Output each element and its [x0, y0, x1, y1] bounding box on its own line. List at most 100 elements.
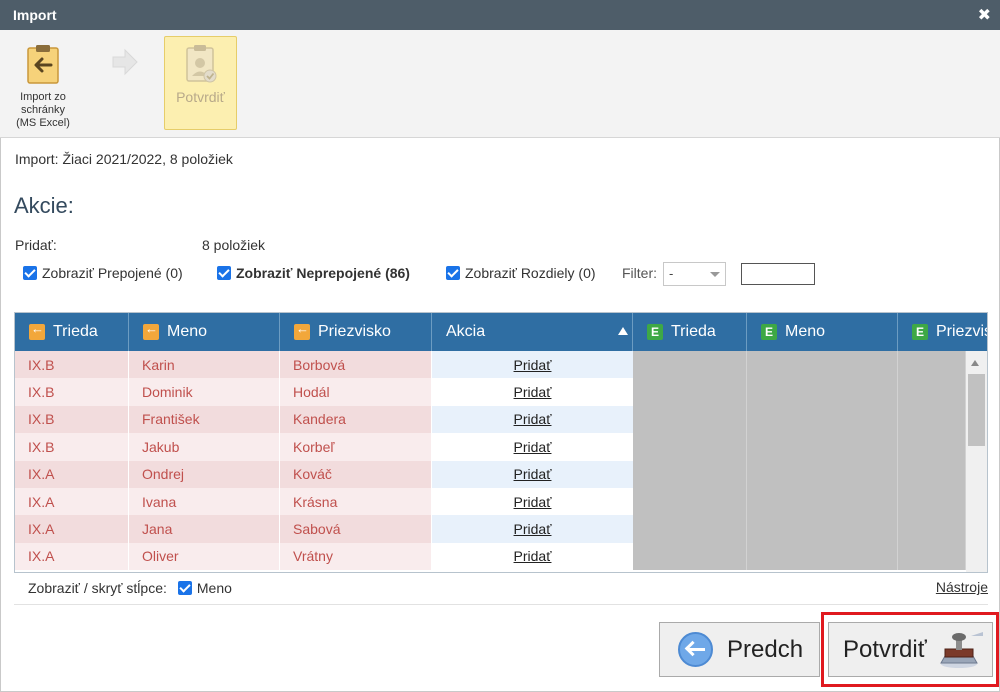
table-row: IX.A Ondrej Kováč Pridať: [15, 460, 987, 488]
source-cell-priezvisko: Borbová: [280, 351, 432, 379]
action-cell: Pridať: [432, 460, 633, 488]
column-header-label: Trieda: [53, 323, 98, 340]
show-linked-checkbox[interactable]: Zobraziť Prepojené (0): [23, 265, 183, 281]
grid-header: Trieda Meno Priezvisko Akcia E Trieda E …: [15, 313, 988, 351]
show-unlinked-label: Zobraziť Neprepojené (86): [236, 265, 410, 281]
add-action-link[interactable]: Pridať: [514, 521, 552, 537]
next-step-button[interactable]: [110, 46, 144, 78]
scrollbar-thumb[interactable]: [968, 374, 985, 446]
target-cell-empty: [633, 378, 747, 406]
import-button-label: Import zo schránky (MS Excel): [16, 91, 70, 129]
target-cell-empty: [747, 433, 898, 461]
add-action-link[interactable]: Pridať: [514, 439, 552, 455]
column-header-source-meno[interactable]: Meno: [129, 313, 280, 351]
target-cell-empty: [898, 488, 966, 516]
table-row: IX.B František Kandera Pridať: [15, 405, 987, 434]
add-action-link[interactable]: Pridať: [514, 357, 552, 373]
column-header-label: Akcia: [446, 323, 486, 340]
source-cell-trieda: IX.A: [15, 542, 129, 571]
section-title: Akcie:: [14, 193, 74, 218]
target-cell-empty: [633, 515, 747, 543]
action-cell: Pridať: [432, 378, 633, 406]
table-row: IX.B Karin Borbová Pridať: [15, 351, 987, 379]
source-cell-trieda: IX.A: [15, 460, 129, 488]
checkbox-checked-icon[interactable]: [177, 581, 192, 595]
target-cell-empty: [898, 405, 966, 434]
import-info: Import: Žiaci 2021/2022, 8 položiek: [15, 151, 233, 167]
source-cell-priezvisko: Korbeľ: [280, 433, 432, 461]
add-action-link[interactable]: Pridať: [514, 548, 552, 564]
confirm-button[interactable]: Potvrdiť: [828, 622, 993, 677]
import-from-clipboard-button[interactable]: Import zo schránky (MS Excel): [13, 40, 73, 130]
add-action-link[interactable]: Pridať: [514, 384, 552, 400]
target-cell-empty: [747, 515, 898, 543]
add-action-link[interactable]: Pridať: [514, 466, 552, 482]
show-hide-columns-label: Zobraziť / skryť stĺpce:: [28, 580, 167, 596]
vertical-scrollbar[interactable]: [966, 351, 987, 572]
action-cell: Pridať: [432, 405, 633, 434]
column-header-label: Meno: [167, 323, 208, 340]
target-cell-empty: [633, 488, 747, 516]
source-cell-priezvisko: Kováč: [280, 460, 432, 488]
column-header-akcia[interactable]: Akcia: [432, 313, 633, 351]
import-grid: Trieda Meno Priezvisko Akcia E Trieda E …: [14, 312, 988, 573]
source-cell-meno: Jana: [129, 515, 280, 543]
source-cell-priezvisko: Hodál: [280, 378, 432, 406]
table-row: IX.A Jana Sabová Pridať: [15, 515, 987, 543]
target-cell-empty: [747, 351, 898, 379]
column-header-source-trieda[interactable]: Trieda: [15, 313, 129, 351]
column-header-label: Priezvis: [936, 323, 988, 340]
source-cell-priezvisko: Sabová: [280, 515, 432, 543]
toolbar-confirm-label: Potvrdiť: [176, 89, 225, 105]
target-cell-empty: [898, 433, 966, 461]
chevron-down-icon: [710, 272, 720, 277]
add-value: 8 položiek: [202, 237, 266, 253]
add-action-link[interactable]: Pridať: [514, 411, 552, 427]
target-cell-empty: [633, 433, 747, 461]
target-cell-empty: [747, 405, 898, 434]
filter-input[interactable]: [741, 263, 815, 285]
checkbox-checked-icon[interactable]: [446, 266, 460, 280]
column-header-target-trieda[interactable]: E Trieda: [633, 313, 747, 351]
target-cell-empty: [898, 515, 966, 543]
column-header-label: Priezvisko: [318, 323, 391, 340]
action-cell: Pridať: [432, 433, 633, 461]
show-differences-checkbox[interactable]: Zobraziť Rozdiely (0): [446, 265, 596, 281]
source-cell-meno: Jakub: [129, 433, 280, 461]
column-toggle-label: Meno: [196, 580, 232, 596]
tools-link[interactable]: Nástroje: [936, 579, 988, 595]
column-header-target-priezvisko[interactable]: E Priezvis: [898, 313, 988, 351]
target-cell-empty: [898, 351, 966, 379]
filter-select[interactable]: -: [663, 262, 726, 286]
clipboard-import-icon: [27, 45, 59, 84]
target-cell-empty: [633, 405, 747, 434]
source-cell-trieda: IX.B: [15, 433, 129, 461]
excel-target-icon: E: [912, 324, 928, 340]
target-cell-empty: [633, 351, 747, 379]
source-cell-meno: Karin: [129, 351, 280, 379]
source-cell-meno: František: [129, 405, 280, 434]
table-row: IX.B Jakub Korbeľ Pridať: [15, 433, 987, 461]
excel-target-icon: E: [761, 324, 777, 340]
arrow-left-icon: [678, 632, 713, 667]
action-cell: Pridať: [432, 542, 633, 571]
table-row: IX.A Ivana Krásna Pridať: [15, 488, 987, 516]
target-cell-empty: [747, 488, 898, 516]
scroll-up-icon[interactable]: [971, 360, 979, 366]
table-row: IX.B Dominik Hodál Pridať: [15, 378, 987, 406]
source-cell-meno: Dominik: [129, 378, 280, 406]
previous-button[interactable]: Predch: [659, 622, 820, 677]
column-header-target-meno[interactable]: E Meno: [747, 313, 898, 351]
action-cell: Pridať: [432, 488, 633, 516]
close-icon[interactable]: ✖: [978, 5, 991, 25]
toolbar-confirm-button[interactable]: Potvrdiť: [164, 36, 237, 130]
source-cell-trieda: IX.B: [15, 351, 129, 379]
column-header-source-priezvisko[interactable]: Priezvisko: [280, 313, 432, 351]
checkbox-checked-icon[interactable]: [217, 266, 231, 280]
show-unlinked-checkbox[interactable]: Zobraziť Neprepojené (86): [217, 265, 410, 281]
add-action-link[interactable]: Pridať: [514, 494, 552, 510]
import-source-icon: [29, 321, 45, 340]
grid-footer: Zobraziť / skryť stĺpce: Meno Nástroje: [14, 573, 988, 605]
checkbox-checked-icon[interactable]: [23, 266, 37, 280]
target-cell-empty: [898, 378, 966, 406]
